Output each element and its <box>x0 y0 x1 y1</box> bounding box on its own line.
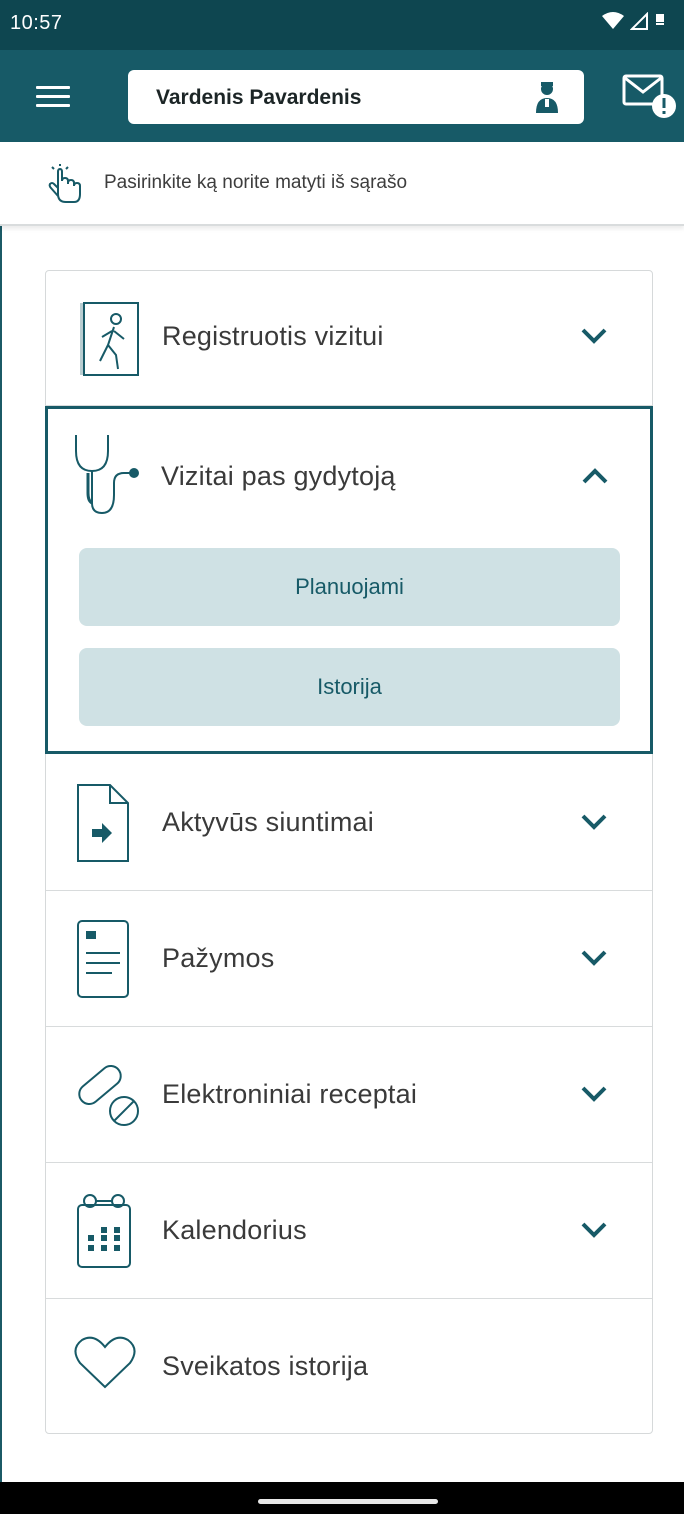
menu-item-aktyvus-siuntimai[interactable]: Aktyvūs siuntimai <box>46 755 652 891</box>
document-arrow-icon <box>77 784 129 862</box>
home-gesture-handle[interactable] <box>258 1499 438 1504</box>
doctor-avatar-icon <box>536 82 558 113</box>
menu-item-label: Sveikatos istorija <box>162 1351 369 1381</box>
hint-text: Pasirinkite ką norite matyti iš sąrašo <box>104 172 408 193</box>
menu-item-pazymos[interactable]: Pažymos <box>46 891 652 1027</box>
chevron-down-icon <box>581 950 607 966</box>
system-nav-bar <box>0 1482 684 1514</box>
hamburger-menu-icon[interactable] <box>36 86 70 108</box>
menu-item-registruotis[interactable]: Registruotis vizitui <box>46 271 652 406</box>
battery-icon <box>656 14 664 25</box>
menu-item-label: Vizitai pas gydytoją <box>161 461 396 491</box>
status-bar: 10:57 <box>0 0 684 50</box>
stethoscope-icon <box>75 435 139 515</box>
menu-item-label: Registruotis vizitui <box>162 321 384 351</box>
chevron-down-icon <box>581 1222 607 1238</box>
user-name: Vardenis Pavardenis <box>156 86 362 109</box>
app-bar: Vardenis Pavardenis <box>0 50 684 142</box>
menu-item-label: Aktyvūs siuntimai <box>162 807 374 837</box>
istorija-button[interactable]: Istorija <box>79 648 620 726</box>
signal-icon <box>630 12 648 30</box>
tap-hand-icon <box>48 164 81 203</box>
wifi-icon <box>602 12 624 29</box>
chevron-down-icon <box>581 328 607 344</box>
status-time: 10:57 <box>10 12 63 34</box>
menu-item-label: Kalendorius <box>162 1215 307 1245</box>
menu-item-elektroniniai-receptai[interactable]: Elektroniniai receptai <box>46 1027 652 1163</box>
hint-bar: Pasirinkite ką norite matyti iš sąrašo <box>0 142 684 226</box>
menu-item-sveikatos-istorija[interactable]: Sveikatos istorija <box>46 1299 652 1433</box>
chevron-up-icon[interactable] <box>581 467 609 485</box>
calendar-icon <box>77 1194 131 1268</box>
status-icons <box>602 12 666 30</box>
menu-item-label: Elektroniniai receptai <box>162 1079 418 1109</box>
chevron-down-icon <box>581 814 607 830</box>
user-selector[interactable]: Vardenis Pavardenis <box>128 70 584 124</box>
planuojami-button[interactable]: Planuojami <box>79 548 620 626</box>
menu-item-kalendorius[interactable]: Kalendorius <box>46 1163 652 1299</box>
heart-icon <box>74 1336 136 1389</box>
menu-item-label: Pažymos <box>162 943 275 973</box>
mail-alert-icon[interactable] <box>622 74 678 122</box>
pill-icon <box>78 1065 139 1126</box>
walking-person-door-icon <box>80 302 139 376</box>
certificate-document-icon <box>77 920 129 998</box>
chevron-down-icon <box>581 1086 607 1102</box>
menu-item-vizitai-pas-gydytoja[interactable]: Vizitai pas gydytoją Planuojami Istorija <box>45 406 653 754</box>
